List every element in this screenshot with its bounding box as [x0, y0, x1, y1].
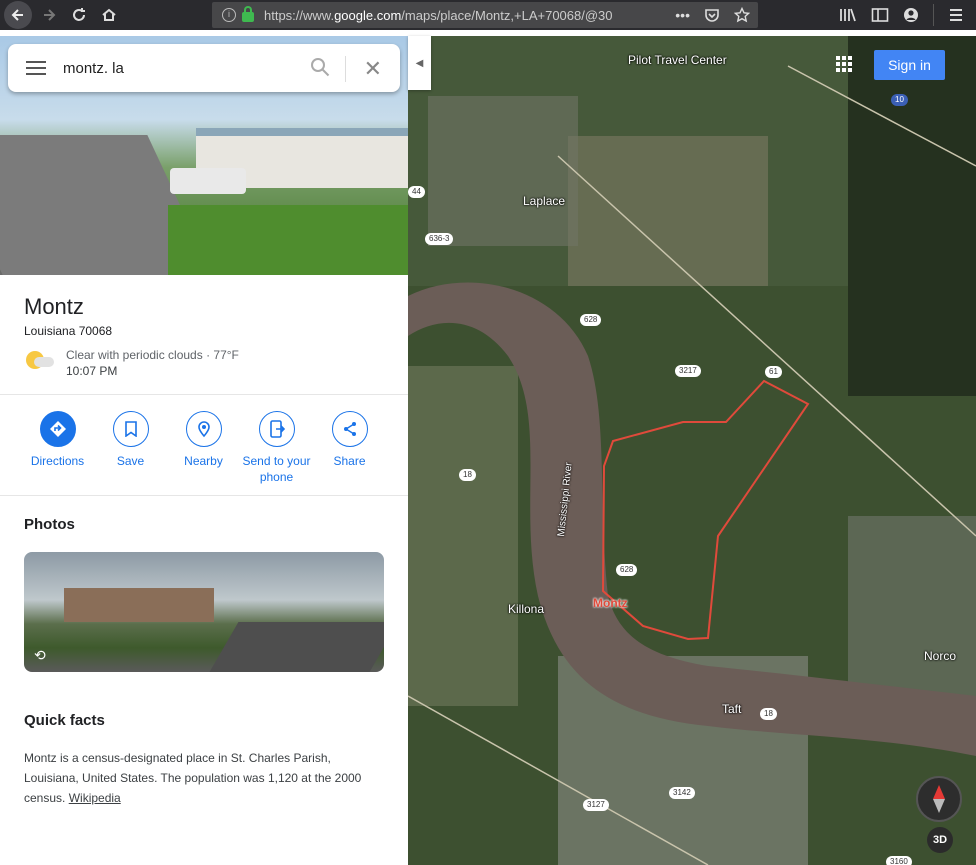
- divider: [0, 394, 408, 395]
- route-shield: 628: [616, 564, 638, 576]
- menu-icon[interactable]: [26, 61, 46, 75]
- norco-label[interactable]: Norco: [924, 649, 956, 663]
- street-view-photo[interactable]: ⟲: [24, 552, 384, 672]
- route-shield: 3217: [675, 365, 701, 377]
- route-shield: 44: [408, 186, 425, 198]
- photos-heading: Photos: [24, 516, 75, 533]
- route-shield: 636-3: [425, 233, 454, 245]
- apps-grid-icon[interactable]: [836, 56, 852, 72]
- sidebar-icon[interactable]: [871, 7, 889, 23]
- satellite-map[interactable]: Pilot Travel Center Laplace Killona Mont…: [408, 36, 976, 865]
- forward-arrow-icon: [44, 9, 56, 21]
- route-shield: 18: [459, 469, 476, 481]
- wikipedia-link[interactable]: Wikipedia: [69, 791, 121, 805]
- place-title: Montz: [24, 294, 84, 319]
- place-subtitle: Louisiana 70068: [24, 324, 113, 338]
- photo-truck: [170, 168, 246, 194]
- photo-house: [64, 588, 214, 622]
- close-icon[interactable]: ✕: [364, 56, 382, 82]
- montz-label[interactable]: Montz: [593, 596, 628, 610]
- pocket-icon[interactable]: [704, 7, 720, 23]
- pilot-travel-center-label[interactable]: Pilot Travel Center: [628, 53, 727, 67]
- directions-label: Directions: [30, 454, 85, 468]
- route-shield: 10: [891, 94, 908, 106]
- forward-button[interactable]: [36, 2, 62, 28]
- route-shield: 61: [765, 366, 782, 378]
- collapse-panel-button[interactable]: ◀: [408, 36, 431, 90]
- quick-facts-heading: Quick facts: [24, 712, 105, 729]
- place-panel: ✕ Montz Louisiana 70068 Clear with perio…: [0, 36, 408, 865]
- bookmark-icon: [112, 411, 149, 447]
- nearby-icon: [185, 411, 222, 447]
- weather-text: Clear with periodic clouds · 77°F: [66, 348, 239, 362]
- divider: [0, 495, 408, 496]
- star-icon[interactable]: [734, 7, 750, 23]
- url-text[interactable]: https://www.google.com/maps/place/Montz,…: [264, 8, 664, 23]
- send-to-phone-icon: [258, 411, 295, 447]
- browser-toolbar: i https://www.google.com/maps/place/Mont…: [0, 0, 976, 30]
- route-shield: 628: [580, 314, 602, 326]
- home-icon: [102, 8, 116, 21]
- partly-cloudy-icon: [24, 347, 54, 371]
- map-imagery: [408, 36, 976, 865]
- action-buttons: Directions Save Nearby Send to your phon…: [0, 411, 408, 485]
- info-icon[interactable]: i: [222, 8, 236, 22]
- taft-label[interactable]: Taft: [722, 702, 741, 716]
- ellipsis-icon[interactable]: •••: [675, 7, 690, 23]
- laplace-label[interactable]: Laplace: [523, 194, 565, 208]
- directions-icon: [39, 411, 76, 447]
- share-label: Share: [333, 454, 366, 468]
- back-arrow-icon: [11, 9, 23, 21]
- route-shield: 3142: [669, 787, 695, 799]
- route-shield: 3160: [886, 856, 912, 865]
- back-button[interactable]: [4, 1, 32, 29]
- nearby-label: Nearby: [184, 454, 223, 468]
- home-button[interactable]: [96, 2, 122, 28]
- chevron-left-icon: ◀: [415, 57, 424, 69]
- save-button[interactable]: Save: [94, 411, 167, 485]
- search-input[interactable]: [63, 59, 293, 77]
- nearby-button[interactable]: Nearby: [167, 411, 240, 485]
- account-icon[interactable]: [903, 7, 919, 23]
- save-label: Save: [116, 454, 145, 468]
- toolbar-divider: [933, 4, 934, 26]
- compass-icon[interactable]: [916, 776, 962, 822]
- share-icon: [331, 411, 368, 447]
- weather-time: 10:07 PM: [66, 364, 118, 378]
- search-divider: [345, 56, 346, 82]
- photo-lawn: [168, 205, 408, 275]
- killona-label[interactable]: Killona: [508, 602, 544, 616]
- search-icon[interactable]: [310, 57, 330, 77]
- 360-view-icon: ⟲: [34, 647, 46, 663]
- weather-info: Clear with periodic clouds · 77°F 10:07 …: [24, 347, 239, 379]
- hamburger-menu-icon[interactable]: [948, 7, 964, 23]
- route-shield: 18: [760, 708, 777, 720]
- quick-facts-text: Montz is a census-designated place in St…: [24, 748, 374, 808]
- lock-icon: [242, 6, 254, 22]
- send-to-phone-button[interactable]: Send to your phone: [240, 411, 313, 485]
- reload-button[interactable]: [66, 2, 92, 28]
- directions-button[interactable]: Directions: [21, 411, 94, 485]
- reload-icon: [73, 8, 85, 21]
- sign-in-button[interactable]: Sign in: [874, 50, 945, 80]
- share-button[interactable]: Share: [313, 411, 386, 485]
- route-shield: 3127: [583, 799, 609, 811]
- search-box: ✕: [8, 44, 400, 92]
- 3d-toggle-button[interactable]: 3D: [927, 827, 953, 853]
- photo-road: [209, 622, 384, 672]
- address-bar[interactable]: i https://www.google.com/maps/place/Mont…: [212, 2, 758, 28]
- library-icon[interactable]: [839, 7, 857, 23]
- send-to-phone-label: Send to your phone: [242, 454, 311, 484]
